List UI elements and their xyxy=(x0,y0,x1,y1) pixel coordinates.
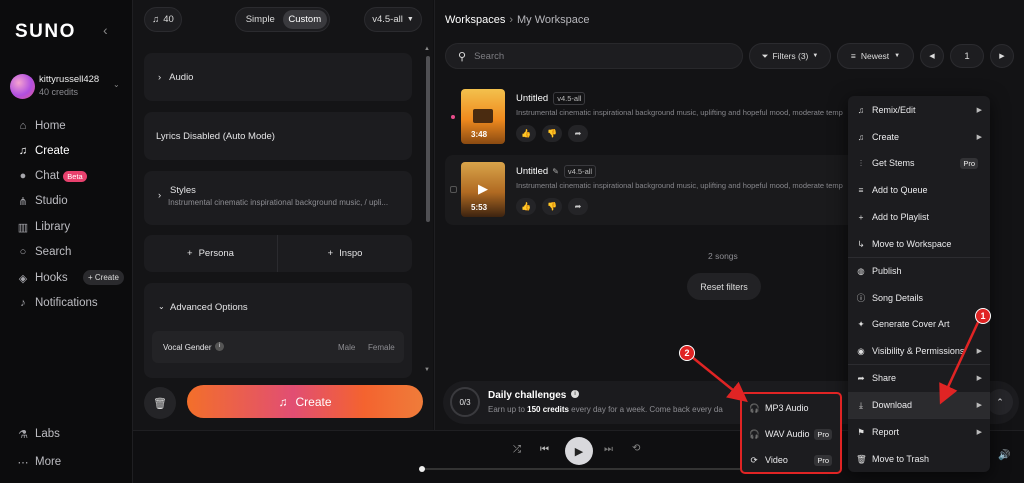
arrow-1 xyxy=(939,317,982,405)
annotation-badge-1: 1 xyxy=(975,308,991,324)
annotation-arrows xyxy=(691,317,982,405)
arrow-2 xyxy=(691,356,748,403)
annotation-badge-2: 2 xyxy=(679,345,695,361)
